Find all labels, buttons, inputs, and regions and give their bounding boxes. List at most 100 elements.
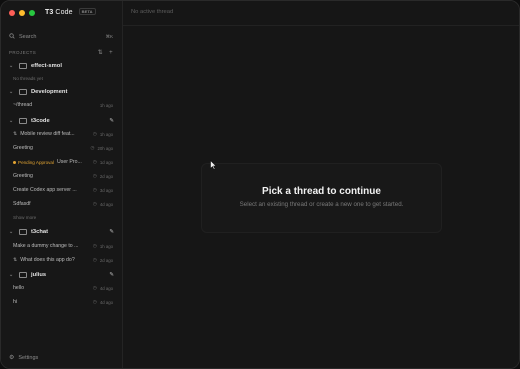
new-thread-icon[interactable]: ✎ [109, 118, 114, 124]
app-title: T3 Code BETA [45, 8, 96, 16]
clock-icon: ◷ [90, 145, 95, 150]
empty-threads-note: No threads yet [13, 75, 43, 81]
new-thread-icon[interactable]: ✎ [109, 272, 114, 278]
thread-item[interactable]: Pending Approval User Pro... ◷ 1d ago [1, 156, 122, 168]
empty-state-subtitle: Select an existing thread or create a ne… [239, 201, 404, 208]
thread-title: Make a dummy change to ... [13, 243, 79, 249]
thread-title: User Pro... [57, 159, 82, 165]
thread-item[interactable]: ~/thread 1h ago [1, 99, 122, 111]
new-thread-icon[interactable]: ✎ [109, 229, 114, 235]
thread-time: 4d ago [99, 201, 113, 207]
thread-item[interactable]: Greeting ◷ 2d ago [1, 170, 122, 182]
beta-badge: BETA [78, 8, 96, 15]
add-project-icon[interactable]: + [109, 50, 113, 56]
folder-icon [19, 272, 27, 278]
active-thread-label: No active thread [131, 9, 174, 15]
thread-title: Greeting [13, 145, 33, 151]
thread-item[interactable]: hi ◷ 4d ago [1, 296, 122, 308]
project-name: Development [31, 89, 68, 95]
thread-item[interactable]: Greeting ◷ 20h ago [1, 142, 122, 154]
chevron-down-icon: ⌄ [9, 229, 14, 235]
thread-item[interactable]: hello ◷ 4d ago [1, 282, 122, 294]
window-controls [9, 10, 35, 16]
chevron-down-icon: ⌄ [9, 89, 14, 95]
clock-icon: ◷ [92, 285, 97, 290]
main-panel: No active thread Pick a thread to contin… [123, 1, 519, 368]
search-bar[interactable]: Search ⌘K [9, 32, 113, 41]
folder-icon [19, 89, 27, 95]
thread-item[interactable]: Create Codex app server ... ◷ 3d ago [1, 184, 122, 196]
thread-title: Create Codex app server ... [13, 187, 77, 193]
project-t3code[interactable]: ⌄ t3code ✎ [1, 115, 122, 127]
show-more-link[interactable]: Show more [1, 211, 122, 223]
app-title-rest: Code [55, 9, 73, 16]
clock-icon: ◷ [92, 159, 97, 164]
thread-title: ~/thread [13, 102, 33, 108]
clock-icon: ◷ [92, 257, 97, 262]
thread-time: 4d ago [99, 299, 113, 305]
projects-header-label: PROJECTS [9, 50, 37, 55]
thread-time: 4d ago [99, 285, 113, 291]
settings-label: Settings [18, 354, 39, 361]
app-window: T3 Code BETA Search ⌘K PROJECTS ⇅ + ⌄ ef… [0, 0, 520, 369]
projects-header: PROJECTS ⇅ + [9, 49, 113, 57]
clock-icon: ◷ [92, 187, 97, 192]
project-development[interactable]: ⌄ Development [1, 86, 122, 98]
maximize-window-button[interactable] [29, 10, 35, 16]
thread-time: 1h ago [99, 131, 113, 137]
thread-item[interactable]: Make a dummy change to ... ◷ 1h ago [1, 240, 122, 252]
thread-time: 3d ago [99, 187, 113, 193]
project-effect-smol[interactable]: ⌄ effect-smol [1, 60, 122, 72]
search-icon [9, 32, 15, 41]
clock-icon: ◷ [92, 131, 97, 136]
thread-time: 2d ago [99, 173, 113, 179]
sort-icon[interactable]: ⇅ [98, 49, 103, 56]
clock-icon: ◷ [92, 201, 97, 206]
thread-item[interactable]: ⇅ What does this app do? ◷ 2d ago [1, 254, 122, 266]
thread-title: hi [13, 299, 18, 305]
project-t3chat[interactable]: ⌄ t3chat ✎ [1, 226, 122, 238]
project-name: t3code [31, 118, 50, 124]
chevron-down-icon: ⌄ [9, 63, 14, 69]
thread-title: Sdfasdf [13, 201, 31, 207]
thread-item[interactable]: ⇅ Mobile review diff feat... ◷ 1h ago [1, 128, 122, 140]
thread-title: hello [13, 285, 24, 291]
thread-item[interactable]: Sdfasdf ◷ 4d ago [1, 198, 122, 210]
pending-dot-icon [13, 160, 16, 164]
app-title-brand: T3 [45, 9, 54, 16]
empty-state-title: Pick a thread to continue [262, 186, 381, 197]
thread-title: Mobile review diff feat... [20, 131, 75, 137]
branch-icon: ⇅ [13, 131, 18, 137]
branch-icon: ⇅ [13, 257, 18, 263]
pending-approval-badge: Pending Approval [13, 160, 54, 165]
thread-title: What does this app do? [20, 257, 75, 263]
settings-button[interactable]: ⚙ Settings [9, 354, 39, 362]
clock-icon: ◷ [92, 173, 97, 178]
thread-time: 1h ago [99, 102, 113, 108]
chevron-down-icon: ⌄ [9, 272, 14, 278]
search-shortcut: ⌘K [105, 33, 113, 39]
search-label: Search [19, 33, 37, 40]
chevron-down-icon: ⌄ [9, 118, 14, 124]
clock-icon: ◷ [92, 299, 97, 304]
thread-time: 1d ago [99, 159, 113, 165]
sidebar: T3 Code BETA Search ⌘K PROJECTS ⇅ + ⌄ ef… [1, 1, 123, 368]
project-name: julius [31, 272, 47, 278]
project-julius[interactable]: ⌄ julius ✎ [1, 269, 122, 281]
pending-label: Pending Approval [18, 159, 55, 165]
thread-time: 2d ago [99, 257, 113, 263]
folder-icon [19, 63, 27, 69]
minimize-window-button[interactable] [19, 10, 25, 16]
project-name: effect-smol [31, 63, 62, 69]
folder-icon [19, 229, 27, 235]
main-header: No active thread [123, 1, 519, 26]
thread-title: Greeting [13, 173, 33, 179]
gear-icon: ⚙ [9, 355, 15, 361]
project-name: t3chat [31, 229, 49, 235]
folder-icon [19, 118, 27, 124]
thread-time: 20h ago [97, 145, 113, 151]
empty-state: Pick a thread to continue Select an exis… [201, 163, 442, 233]
thread-time: 1h ago [99, 243, 113, 249]
clock-icon: ◷ [92, 243, 97, 248]
close-window-button[interactable] [9, 10, 15, 16]
